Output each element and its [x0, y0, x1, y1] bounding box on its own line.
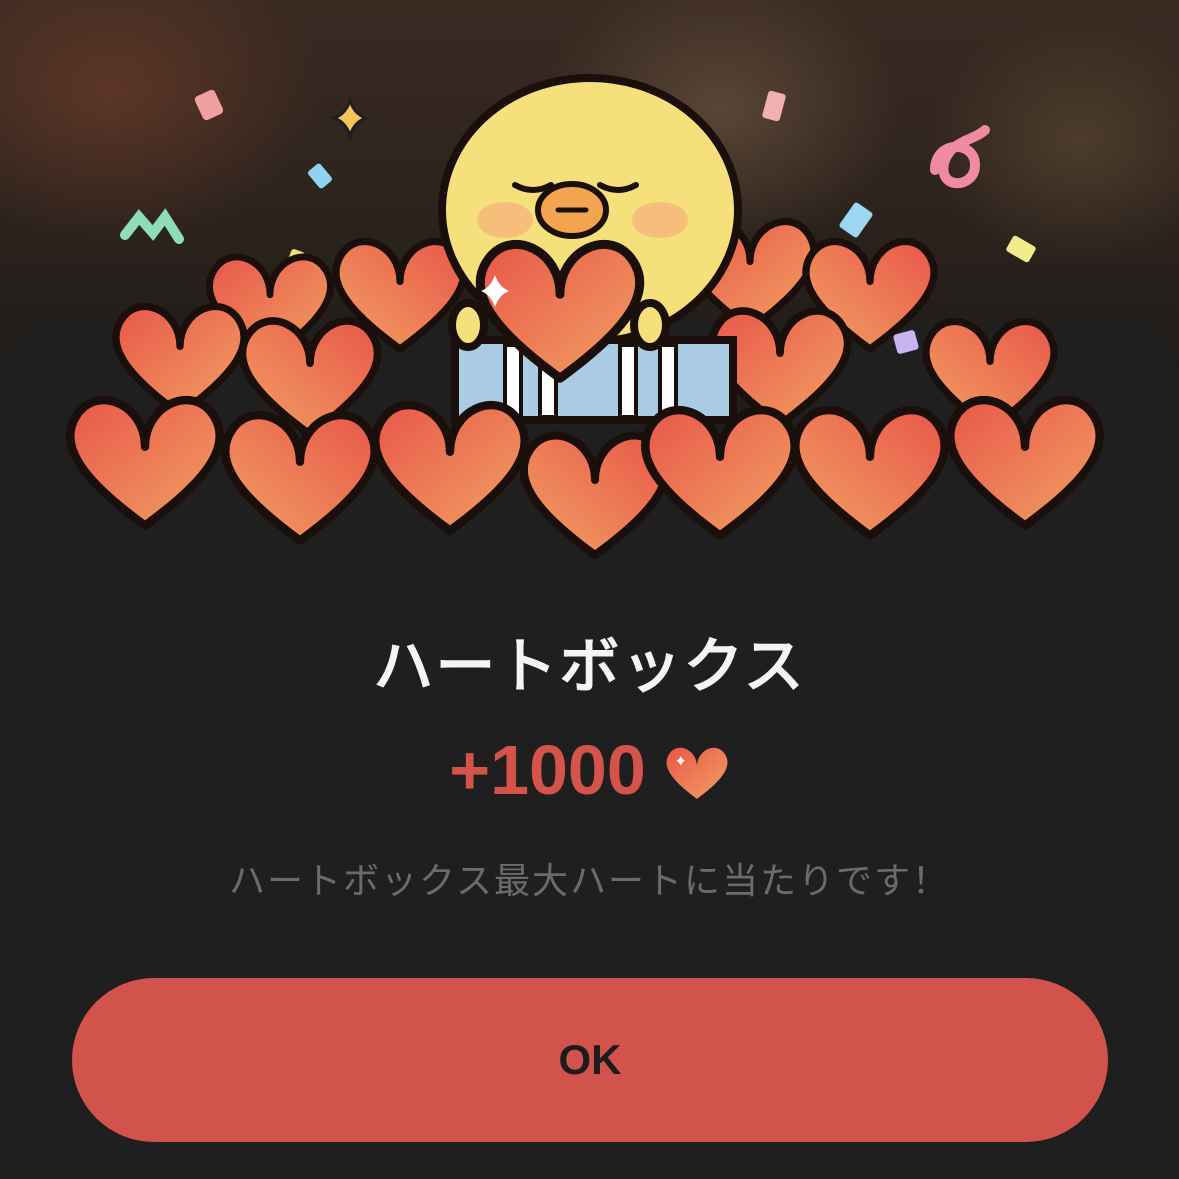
heart-icon — [666, 747, 728, 799]
dialog-title: ハートボックス — [373, 632, 806, 702]
ok-button-label: OK — [558, 1036, 622, 1083]
heart-box-illustration — [0, 74, 1179, 570]
ok-button[interactable]: OK — [72, 978, 1108, 1142]
reward-message: ハートボックス最大ハートに当たりです！ — [229, 861, 950, 902]
reward-amount: +1000 — [449, 731, 646, 809]
reward-row: +1000 — [0, 730, 1179, 810]
sparkle-icon — [329, 94, 371, 142]
